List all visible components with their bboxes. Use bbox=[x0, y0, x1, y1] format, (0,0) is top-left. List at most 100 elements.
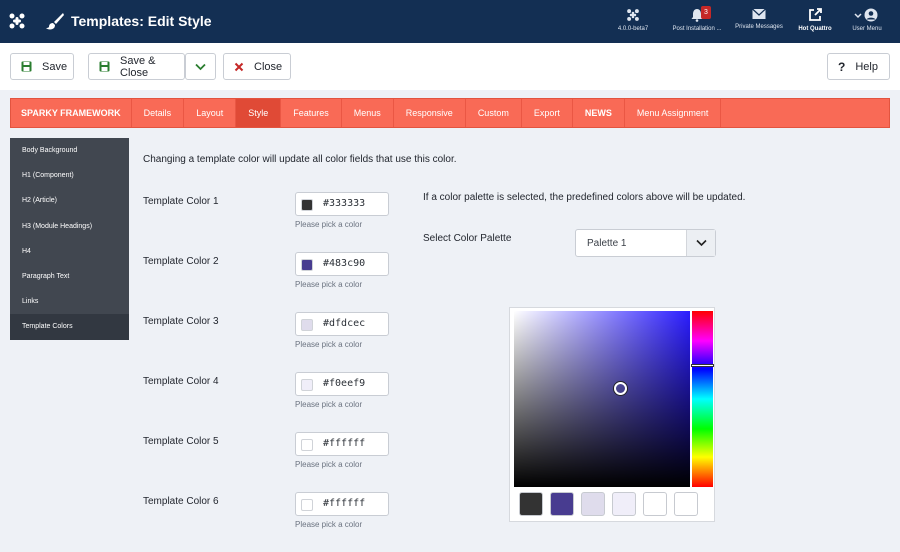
hue-handle[interactable] bbox=[691, 364, 714, 367]
sidebar-item-paragraph-text[interactable]: Paragraph Text bbox=[10, 264, 129, 289]
tab-custom[interactable]: Custom bbox=[466, 99, 522, 127]
saturation-value-area[interactable] bbox=[514, 311, 690, 487]
intro-text: Changing a template color will update al… bbox=[143, 154, 457, 165]
joomla-icon bbox=[627, 9, 639, 21]
template-color-label: Template Color 1 bbox=[143, 196, 219, 207]
template-tabs: SPARKY FRAMEWORK Details Layout Style Fe… bbox=[10, 98, 890, 128]
tab-details[interactable]: Details bbox=[132, 99, 185, 127]
chevron-down-icon bbox=[686, 230, 715, 256]
template-color-label: Template Color 6 bbox=[143, 496, 219, 507]
post-installation-label: Post Installation ... bbox=[672, 26, 722, 32]
question-icon: ? bbox=[838, 59, 846, 74]
save-close-button[interactable]: Save & Close bbox=[88, 53, 185, 80]
palette-note: If a color palette is selected, the pred… bbox=[423, 192, 746, 203]
template-color-label: Template Color 5 bbox=[143, 436, 219, 447]
color-hint: Please pick a color bbox=[295, 520, 363, 529]
picker-swatch[interactable] bbox=[581, 492, 605, 516]
app-header: Templates: Edit Style 4.0.0-beta7 3 Post… bbox=[0, 0, 900, 43]
site-link-label: Hot Quattro bbox=[798, 26, 832, 32]
color-swatch bbox=[301, 499, 313, 511]
template-color-input[interactable]: #483c90 bbox=[295, 252, 389, 276]
template-color-input[interactable]: #ffffff bbox=[295, 492, 389, 516]
page-title: Templates: Edit Style bbox=[71, 13, 212, 29]
sidebar-item-h4[interactable]: H4 bbox=[10, 239, 129, 264]
template-color-label: Template Color 3 bbox=[143, 316, 219, 327]
picker-swatch[interactable] bbox=[612, 492, 636, 516]
color-value: #dfdcec bbox=[323, 318, 366, 329]
palette-select-value: Palette 1 bbox=[587, 238, 627, 249]
paintbrush-icon bbox=[46, 13, 64, 30]
envelope-icon bbox=[752, 8, 766, 19]
save-icon bbox=[21, 61, 32, 72]
help-button[interactable]: ? Help bbox=[827, 53, 890, 80]
template-color-row: Template Color 6 #ffffff Please pick a c… bbox=[143, 492, 403, 542]
picker-swatch[interactable] bbox=[550, 492, 574, 516]
picker-swatches bbox=[519, 492, 705, 516]
tab-sparky-framework[interactable]: SPARKY FRAMEWORK bbox=[11, 99, 132, 127]
close-label: Close bbox=[254, 60, 283, 73]
picker-swatch[interactable] bbox=[519, 492, 543, 516]
external-link-icon bbox=[809, 8, 822, 21]
sidebar-item-h1[interactable]: H1 (Component) bbox=[10, 163, 129, 188]
template-color-row: Template Color 3 #dfdcec Please pick a c… bbox=[143, 312, 403, 362]
color-value: #f0eef9 bbox=[323, 378, 366, 389]
post-installation-item[interactable]: 3 Post Installation ... bbox=[671, 6, 723, 32]
tab-menu-assignment[interactable]: Menu Assignment bbox=[625, 99, 722, 127]
tab-features[interactable]: Features bbox=[281, 99, 342, 127]
color-swatch bbox=[301, 439, 313, 451]
color-swatch bbox=[301, 199, 313, 211]
color-swatch bbox=[301, 259, 313, 271]
tab-layout[interactable]: Layout bbox=[184, 99, 237, 127]
save-close-label: Save & Close bbox=[120, 54, 156, 79]
template-color-input[interactable]: #333333 bbox=[295, 192, 389, 216]
palette-select[interactable]: Palette 1 bbox=[575, 229, 716, 257]
template-color-input[interactable]: #ffffff bbox=[295, 432, 389, 456]
tab-export[interactable]: Export bbox=[522, 99, 573, 127]
toolbar: Save Save & Close Close ? Help bbox=[0, 43, 900, 90]
version-item[interactable]: 4.0.0-beta7 bbox=[616, 8, 650, 32]
palette-label: Select Color Palette bbox=[423, 233, 512, 244]
tab-menus[interactable]: Menus bbox=[342, 99, 394, 127]
picker-swatch[interactable] bbox=[674, 492, 698, 516]
tab-responsive[interactable]: Responsive bbox=[394, 99, 466, 127]
color-value: #483c90 bbox=[323, 258, 366, 269]
tab-style[interactable]: Style bbox=[236, 99, 282, 127]
user-menu-item[interactable]: User Menu bbox=[848, 8, 886, 32]
sidebar-item-template-colors[interactable]: Template Colors bbox=[10, 314, 129, 340]
color-hint: Please pick a color bbox=[295, 280, 363, 289]
close-button[interactable]: Close bbox=[223, 53, 291, 80]
save-button[interactable]: Save bbox=[10, 53, 74, 80]
sidebar-item-body-background[interactable]: Body Background bbox=[10, 138, 129, 163]
color-hint: Please pick a color bbox=[295, 460, 363, 469]
color-value: #ffffff bbox=[323, 438, 366, 449]
save-dropdown-button[interactable] bbox=[185, 53, 216, 80]
template-color-row: Template Color 4 #f0eef9 Please pick a c… bbox=[143, 372, 403, 422]
tab-news[interactable]: NEWS bbox=[573, 99, 625, 127]
picker-swatch[interactable] bbox=[643, 492, 667, 516]
sidebar-item-h2[interactable]: H2 (Article) bbox=[10, 188, 129, 213]
saturation-handle[interactable] bbox=[614, 382, 627, 395]
template-color-row: Template Color 2 #483c90 Please pick a c… bbox=[143, 252, 403, 302]
template-color-row: Template Color 5 #ffffff Please pick a c… bbox=[143, 432, 403, 482]
user-menu-label: User Menu bbox=[852, 26, 882, 32]
template-color-input[interactable]: #f0eef9 bbox=[295, 372, 389, 396]
private-messages-label: Private Messages bbox=[735, 24, 783, 30]
color-hint: Please pick a color bbox=[295, 340, 363, 349]
sidebar-item-links[interactable]: Links bbox=[10, 289, 129, 314]
save-icon bbox=[99, 61, 110, 72]
template-color-input[interactable]: #dfdcec bbox=[295, 312, 389, 336]
template-color-label: Template Color 2 bbox=[143, 256, 219, 267]
color-swatch bbox=[301, 319, 313, 331]
private-messages-item[interactable]: Private Messages bbox=[733, 8, 785, 30]
site-link-item[interactable]: Hot Quattro bbox=[797, 8, 833, 32]
color-hint: Please pick a color bbox=[295, 220, 363, 229]
sidebar-item-h3[interactable]: H3 (Module Headings) bbox=[10, 214, 129, 239]
hue-slider[interactable] bbox=[691, 311, 714, 487]
joomla-logo-icon[interactable] bbox=[8, 12, 26, 30]
template-color-row: Template Color 1 #333333 Please pick a c… bbox=[143, 192, 403, 242]
notification-badge: 3 bbox=[701, 6, 711, 19]
user-icon bbox=[854, 8, 878, 22]
save-label: Save bbox=[42, 60, 68, 73]
template-color-label: Template Color 4 bbox=[143, 376, 219, 387]
color-value: #333333 bbox=[323, 198, 366, 209]
